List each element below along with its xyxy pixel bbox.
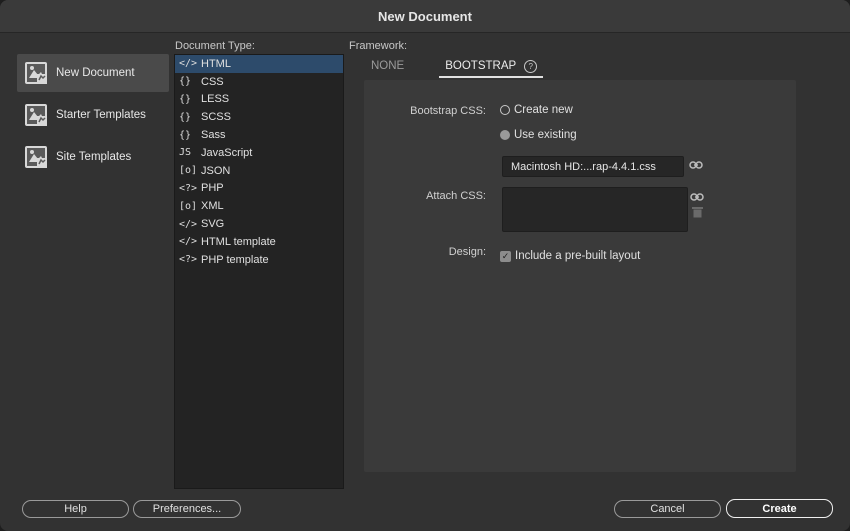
category-starter-templates[interactable]: Starter Templates bbox=[17, 96, 169, 134]
data-file-icon: [o] bbox=[179, 200, 198, 212]
tab-none[interactable]: NONE bbox=[365, 58, 410, 78]
doc-type-html[interactable]: </> HTML bbox=[175, 55, 343, 73]
attach-css-label: Attach CSS: bbox=[426, 190, 486, 202]
document-type-list[interactable]: </> HTML {} CSS {} LESS {} SCSS {} Sass … bbox=[174, 54, 344, 489]
code-icon: </> bbox=[179, 218, 198, 230]
attach-css-list[interactable] bbox=[502, 187, 688, 232]
doc-type-scss[interactable]: {} SCSS bbox=[175, 108, 343, 126]
braces-icon: {} bbox=[179, 129, 192, 141]
doc-type-javascript[interactable]: JS JavaScript bbox=[175, 144, 343, 162]
template-icon bbox=[25, 104, 47, 126]
code-icon: </> bbox=[179, 58, 198, 70]
doc-type-svg[interactable]: </> SVG bbox=[175, 215, 343, 233]
help-button[interactable]: Help bbox=[22, 500, 129, 518]
doc-type-php[interactable]: <?> PHP bbox=[175, 180, 343, 198]
bootstrap-settings-panel: Bootstrap CSS: Create new Use existing M… bbox=[364, 80, 796, 472]
braces-icon: {} bbox=[179, 93, 192, 105]
link-icon[interactable] bbox=[690, 192, 704, 202]
doc-type-label: HTML template bbox=[201, 235, 276, 248]
category-label: Starter Templates bbox=[56, 109, 146, 121]
category-new-document[interactable]: New Document bbox=[17, 54, 169, 92]
doc-type-label: CSS bbox=[201, 75, 224, 88]
create-button[interactable]: Create bbox=[726, 499, 833, 518]
doc-type-label: PHP template bbox=[201, 253, 269, 266]
create-new-radio[interactable]: Create new bbox=[500, 104, 573, 116]
template-icon bbox=[25, 146, 47, 168]
data-file-icon: [o] bbox=[179, 165, 198, 177]
doc-type-label: Sass bbox=[201, 129, 226, 142]
radio-selected-icon bbox=[500, 130, 510, 140]
design-label: Design: bbox=[448, 246, 486, 258]
javascript-icon: JS bbox=[179, 147, 192, 159]
doc-type-html-template[interactable]: </> HTML template bbox=[175, 233, 343, 251]
trash-icon[interactable] bbox=[692, 206, 703, 218]
doc-type-json[interactable]: [o] JSON bbox=[175, 162, 343, 180]
preferences-button[interactable]: Preferences... bbox=[133, 500, 241, 518]
bootstrap-path-field[interactable]: Macintosh HD:...rap-4.4.1.css bbox=[502, 156, 684, 177]
doc-type-less[interactable]: {} LESS bbox=[175, 91, 343, 109]
tab-label: BOOTSTRAP bbox=[445, 60, 517, 72]
doc-type-label: JSON bbox=[201, 164, 231, 177]
doc-type-label: PHP bbox=[201, 182, 224, 195]
category-label: New Document bbox=[56, 67, 135, 79]
framework-label: Framework: bbox=[349, 40, 408, 52]
template-icon bbox=[25, 62, 47, 84]
doc-type-label: SCSS bbox=[201, 111, 231, 124]
help-icon[interactable]: ? bbox=[524, 60, 538, 73]
doc-type-sass[interactable]: {} Sass bbox=[175, 126, 343, 144]
braces-icon: {} bbox=[179, 111, 192, 123]
prebuilt-layout-checkbox[interactable]: ✓ Include a pre-built layout bbox=[500, 250, 640, 262]
tab-bootstrap[interactable]: BOOTSTRAP? bbox=[439, 58, 544, 78]
new-document-dialog: New Document New Document Starter Templa… bbox=[0, 0, 850, 531]
doc-type-label: JavaScript bbox=[201, 146, 253, 159]
radio-label: Use existing bbox=[514, 129, 577, 141]
doc-type-css[interactable]: {} CSS bbox=[175, 73, 343, 91]
category-list: New Document Starter Templates Site Temp… bbox=[17, 54, 169, 180]
bootstrap-css-label: Bootstrap CSS: bbox=[410, 105, 486, 117]
doc-type-label: LESS bbox=[201, 93, 230, 106]
use-existing-radio[interactable]: Use existing bbox=[500, 129, 577, 141]
code-icon: </> bbox=[179, 236, 198, 248]
doc-type-label: HTML bbox=[201, 57, 231, 70]
document-type-label: Document Type: bbox=[175, 40, 255, 52]
php-icon: <?> bbox=[179, 254, 198, 266]
checkmark-icon: ✓ bbox=[500, 250, 511, 262]
radio-label: Create new bbox=[514, 104, 573, 116]
category-site-templates[interactable]: Site Templates bbox=[17, 138, 169, 176]
doc-type-label: XML bbox=[201, 200, 224, 213]
category-label: Site Templates bbox=[56, 151, 132, 163]
link-icon[interactable] bbox=[689, 160, 703, 170]
checkbox-label: Include a pre-built layout bbox=[515, 250, 641, 262]
title-bar: New Document bbox=[0, 0, 850, 33]
window-title: New Document bbox=[378, 8, 472, 24]
framework-tabs: NONE BOOTSTRAP? bbox=[365, 58, 572, 78]
doc-type-label: SVG bbox=[201, 218, 225, 231]
radio-icon bbox=[500, 105, 510, 115]
doc-type-php-template[interactable]: <?> PHP template bbox=[175, 251, 343, 269]
cancel-button[interactable]: Cancel bbox=[614, 500, 721, 518]
doc-type-xml[interactable]: [o] XML bbox=[175, 197, 343, 215]
php-icon: <?> bbox=[179, 182, 198, 194]
path-value: Macintosh HD:...rap-4.4.1.css bbox=[511, 160, 656, 173]
braces-icon: {} bbox=[179, 76, 192, 88]
